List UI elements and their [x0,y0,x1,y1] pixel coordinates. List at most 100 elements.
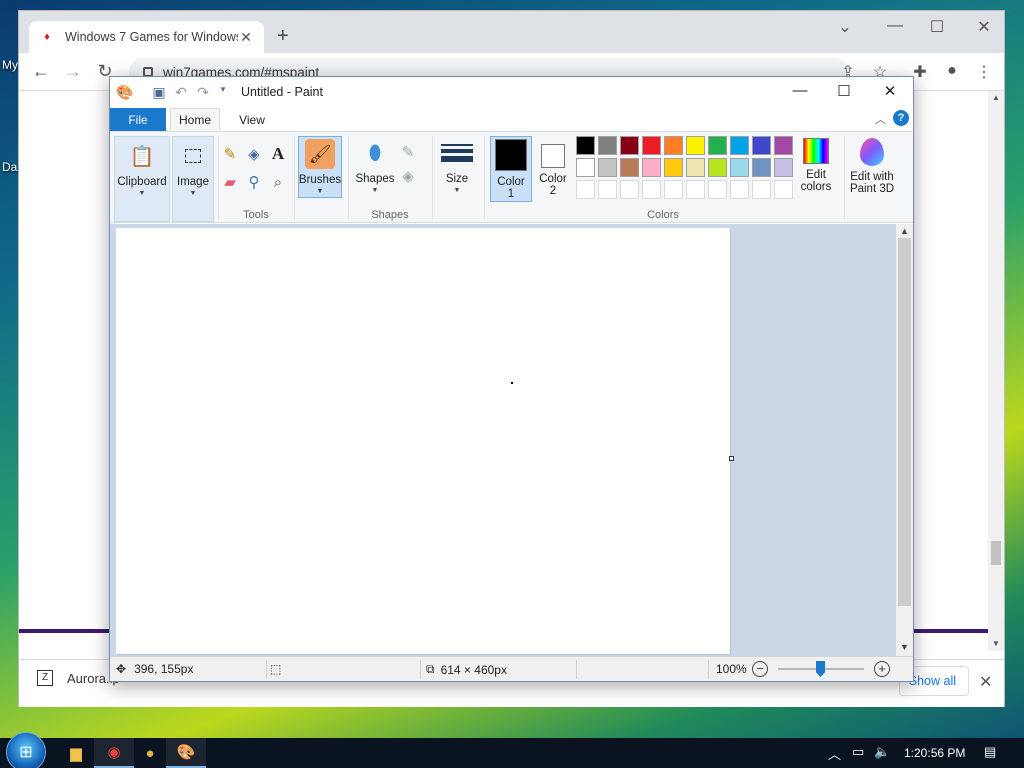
palette-swatch[interactable] [774,136,793,155]
zoom-slider-thumb[interactable] [816,661,825,677]
clipboard-button[interactable]: 📋 Clipboard ▼ [114,136,170,222]
notifications-icon[interactable]: ▤ [984,744,996,760]
palette-swatch[interactable] [598,158,617,177]
palette-swatch[interactable] [642,136,661,155]
palette-swatch[interactable] [620,136,639,155]
canvas-resize-handle[interactable] [729,456,734,461]
palette-swatch[interactable] [708,158,727,177]
file-explorer-icon[interactable]: ▆ [56,738,96,768]
palette-swatch[interactable] [752,136,771,155]
close-window-icon[interactable]: ✕ [870,82,910,100]
fill-bucket-icon[interactable]: ◈ [244,144,264,164]
scroll-up-icon[interactable]: ▲ [988,93,1004,102]
clock[interactable]: 1:20:56 PM [904,746,965,760]
zoom-in-icon[interactable]: + [874,661,890,677]
custom-color-slot[interactable] [642,180,661,199]
brushes-button[interactable]: 🖌 Brushes ▼ [298,136,342,198]
maximize-icon[interactable]: ☐ [824,82,864,100]
palette-swatch[interactable] [730,136,749,155]
palette-swatch[interactable] [664,158,683,177]
start-button[interactable]: ⊞ [6,732,46,768]
edit-with-paint3d-button[interactable]: Edit with Paint 3D [846,136,898,202]
browser-tab[interactable]: ♦ Windows 7 Games for Windows ✕ [29,21,264,53]
palette-swatch[interactable] [598,136,617,155]
palette-swatch[interactable] [708,136,727,155]
minimize-icon[interactable]: — [875,17,915,35]
palette-swatch[interactable] [686,158,705,177]
color1-label-1: Color [497,176,525,188]
page-scrollbar[interactable]: ▲ ▼ [988,91,1004,651]
tab-view[interactable]: View [228,108,276,131]
scroll-down-icon[interactable]: ▼ [988,639,1004,648]
redo-icon[interactable]: ↷ [194,84,212,101]
file-tab[interactable]: File [110,108,166,131]
eraser-icon[interactable]: ▰ [220,172,240,192]
color1-button[interactable]: Color 1 [490,136,532,202]
palette-swatch[interactable] [686,136,705,155]
forward-icon[interactable]: → [61,61,85,82]
chrome-icon[interactable]: ◉ [94,738,134,768]
image-button[interactable]: Image ▼ [172,136,214,222]
size-button[interactable]: Size ▼ [436,136,478,206]
shapes-button[interactable]: ⬮ Shapes ▼ [354,136,396,198]
palette-swatch[interactable] [730,158,749,177]
new-tab-icon[interactable]: + [277,25,289,48]
outline-icon[interactable]: ✎ [398,142,418,162]
maximize-icon[interactable]: ☐ [917,17,957,37]
zoom-out-icon[interactable]: − [752,661,768,677]
chevron-down-icon: ▼ [316,188,324,195]
custom-color-slot[interactable] [752,180,771,199]
scroll-down-icon[interactable]: ▼ [896,642,913,652]
selection-size-icon: ⬚ [270,662,282,676]
edit-colors-button[interactable]: Edit colors [796,136,836,202]
show-hidden-icons-icon[interactable]: ︿ [828,744,841,763]
color-picker-icon[interactable]: ⚲ [244,172,264,192]
magnifier-icon[interactable]: ⌕ [268,172,288,192]
palette-swatch[interactable] [752,158,771,177]
back-icon[interactable]: ← [29,61,53,82]
custom-color-slot[interactable] [664,180,683,199]
scroll-thumb[interactable] [991,541,1001,565]
close-tab-icon[interactable]: ✕ [238,29,254,46]
help-icon[interactable]: ? [893,110,909,126]
palette-swatch[interactable] [774,158,793,177]
minimize-icon[interactable]: — [780,82,820,99]
shape-fill-icon[interactable]: ◈ [398,166,418,186]
custom-color-slot[interactable] [686,180,705,199]
game-app-icon[interactable]: ● [130,738,170,768]
tab-home[interactable]: Home [170,108,220,131]
palette-swatch[interactable] [576,136,595,155]
palette-swatch[interactable] [664,136,683,155]
download-item[interactable]: Z Aurora.lp [37,670,120,686]
custom-color-slot[interactable] [774,180,793,199]
paint-app-icon[interactable]: 🎨 [116,84,134,101]
custom-color-slot[interactable] [620,180,639,199]
custom-color-slot[interactable] [708,180,727,199]
pencil-icon[interactable]: ✎ [220,144,240,164]
custom-color-slot[interactable] [598,180,617,199]
paint-app-icon[interactable]: 🎨 [166,738,206,768]
save-icon[interactable]: ▣ [150,84,168,101]
tab-search-icon[interactable]: ⌄ [825,17,865,37]
menu-icon[interactable]: ⋮ [973,62,995,82]
canvas-scrollbar[interactable]: ▲ ▼ [896,224,913,656]
drawing-canvas[interactable] [116,228,730,654]
close-download-bar-icon[interactable]: ✕ [979,672,992,692]
palette-swatch[interactable] [620,158,639,177]
text-icon[interactable]: A [268,144,288,164]
desktop-icon-label: My [2,58,18,72]
custom-color-slot[interactable] [576,180,595,199]
collapse-ribbon-icon[interactable]: ︿ [875,111,886,127]
color2-button[interactable]: Color 2 [532,136,574,202]
network-icon[interactable]: ▭ [852,744,864,760]
scroll-up-icon[interactable]: ▲ [896,226,913,236]
scroll-thumb[interactable] [898,238,911,606]
customize-quick-access-icon[interactable]: ▾ [214,84,232,95]
profile-avatar-icon[interactable]: ● [941,62,963,80]
undo-icon[interactable]: ↶ [172,84,190,101]
palette-swatch[interactable] [642,158,661,177]
custom-color-slot[interactable] [730,180,749,199]
volume-icon[interactable]: 🔈 [874,744,890,760]
close-window-icon[interactable]: ✕ [964,17,1004,37]
palette-swatch[interactable] [576,158,595,177]
